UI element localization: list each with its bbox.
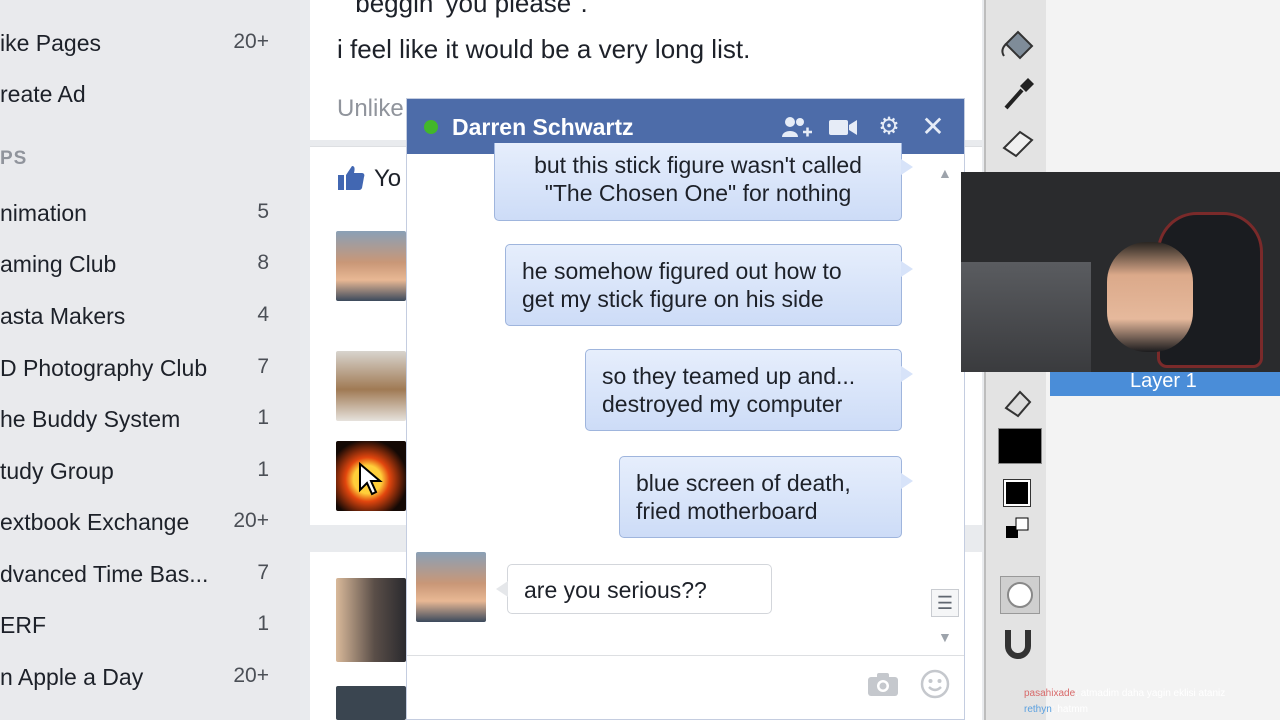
stream-chat-text: : hatmm <box>1051 704 1088 715</box>
paint-bucket-icon[interactable] <box>998 26 1038 66</box>
sidebar-item-count: 4 <box>257 303 269 326</box>
stream-chat-overlay: pasahixade: atmadim daha yagin eklisi at… <box>1024 686 1274 718</box>
webcam-overlay <box>961 172 1280 372</box>
camera-icon[interactable] <box>867 671 899 699</box>
webcam-background <box>961 262 1091 372</box>
object-drawing-icon[interactable] <box>1000 576 1040 614</box>
chat-message-outgoing: blue screen of death, fried motherboard <box>619 456 913 538</box>
avatar[interactable] <box>336 231 406 301</box>
post-text: "beggin' you please". <box>346 0 588 18</box>
sidebar-group-item[interactable]: n Apple a Day 20+ <box>0 656 285 696</box>
sidebar-group-item[interactable]: D Photography Club 7 <box>0 347 285 387</box>
video-call-icon[interactable] <box>827 113 857 141</box>
like-you-text: Yo <box>374 165 402 192</box>
chat-message-line: fried motherboard <box>636 498 818 524</box>
avatar[interactable] <box>336 351 406 421</box>
sidebar-item-create-ad[interactable]: reate Ad <box>0 73 285 113</box>
sidebar-item-count: 1 <box>257 458 269 481</box>
snap-magnet-icon[interactable] <box>998 624 1038 664</box>
chat-contact-name[interactable]: Darren Schwartz <box>452 114 634 141</box>
contact-avatar[interactable] <box>416 552 486 622</box>
sidebar-item-label: reate Ad <box>0 81 86 107</box>
sidebar-item-count: 7 <box>257 355 269 378</box>
sidebar-item-label: nimation <box>0 200 87 226</box>
unlike-link[interactable]: Unlike <box>337 95 404 123</box>
sidebar-group-item[interactable]: extbook Exchange 20+ <box>0 501 285 541</box>
avatar[interactable] <box>336 578 406 662</box>
post-text: i feel like it would be a very long list… <box>337 34 751 64</box>
sidebar-item-count: 20+ <box>233 509 269 532</box>
thumbs-up-icon[interactable] <box>336 163 366 193</box>
chat-message-outgoing: he somehow figured out how to get my sti… <box>505 244 913 326</box>
emoji-icon[interactable] <box>920 669 950 699</box>
chat-message-incoming: are you serious?? <box>496 564 772 614</box>
sidebar-item-label: ike Pages <box>0 30 102 56</box>
chat-message-line: but this stick figure wasn't called <box>534 152 862 178</box>
sidebar-item-label: asta Makers <box>0 303 126 329</box>
sidebar-item-label: extbook Exchange <box>0 509 190 535</box>
chat-message-line: he somehow figured out how to <box>522 258 842 284</box>
fill-color-swatch[interactable] <box>998 428 1042 464</box>
layer-name: Layer 1 <box>1130 370 1197 392</box>
sidebar-item-count: 1 <box>257 406 269 429</box>
sidebar-item-label: ERF <box>0 612 46 638</box>
sidebar-item-label: he Buddy System <box>0 406 181 432</box>
eyedropper-icon[interactable] <box>998 74 1038 114</box>
sidebar-item-count: 5 <box>257 200 269 223</box>
chat-message-line: "The Chosen One" for nothing <box>544 180 852 206</box>
sidebar-group-item[interactable]: ERF 1 <box>0 604 285 644</box>
left-sidebar: ike Pages 20+ reate Ad PS nimation 5 ami… <box>0 0 300 720</box>
eraser-icon[interactable] <box>998 122 1038 162</box>
sidebar-item-count: 8 <box>257 251 269 274</box>
sidebar-item-label: n Apple a Day <box>0 664 144 690</box>
chat-message-outgoing: but this stick figure wasn't called "The… <box>494 143 913 221</box>
sidebar-item-label: D Photography Club <box>0 355 208 381</box>
sidebar-group-item[interactable]: he Buddy System 1 <box>0 398 285 438</box>
sidebar-group-item[interactable]: aming Club 8 <box>0 243 285 283</box>
chat-message-line: so they teamed up and... <box>602 363 856 389</box>
stream-chat-message: rethyn: hatmm <box>1024 702 1274 718</box>
mouse-cursor-icon <box>358 461 384 496</box>
stream-chat-username: rethyn <box>1024 704 1052 715</box>
online-status-icon <box>424 120 438 134</box>
chat-window: Darren Schwartz ⚙ ✕ but this stick figur… <box>406 98 965 720</box>
sidebar-item-count: 20+ <box>233 30 269 53</box>
sidebar-item-count: 20+ <box>233 664 269 687</box>
stream-chat-text: : atmadim daha yagin eklisi ataniz <box>1075 688 1226 699</box>
close-icon[interactable]: ✕ <box>918 113 948 141</box>
sidebar-group-item[interactable]: nimation 5 <box>0 192 285 232</box>
chat-message-line: destroyed my computer <box>602 391 843 417</box>
default-colors-icon[interactable] <box>1004 480 1030 506</box>
sidebar-section-header: PS <box>0 148 28 169</box>
add-friend-icon[interactable] <box>781 113 812 141</box>
sidebar-item-like-pages[interactable]: ike Pages 20+ <box>0 22 285 62</box>
sidebar-item-count: 7 <box>257 561 269 584</box>
stream-chat-message: pasahixade: atmadim daha yagin eklisi at… <box>1024 686 1274 702</box>
chat-message-line: blue screen of death, <box>636 470 851 496</box>
chat-message-outgoing: so they teamed up and... destroyed my co… <box>585 349 913 431</box>
sidebar-group-item[interactable]: tudy Group 1 <box>0 450 285 490</box>
swap-colors-icon[interactable] <box>1004 516 1032 542</box>
scroll-down-icon[interactable]: ▼ <box>938 629 956 645</box>
stream-chat-username: pasahixade <box>1024 688 1076 699</box>
chat-message-line: get my stick figure on his side <box>522 286 824 312</box>
webcam-person <box>1107 242 1193 352</box>
sidebar-group-item[interactable]: asta Makers 4 <box>0 295 285 335</box>
menu-icon[interactable]: ☰ <box>931 589 959 617</box>
gear-icon[interactable]: ⚙ <box>874 113 904 141</box>
stroke-color-icon[interactable] <box>998 382 1038 422</box>
sidebar-item-label: dvanced Time Bas... <box>0 561 209 587</box>
avatar[interactable] <box>336 686 406 720</box>
sidebar-item-count: 1 <box>257 612 269 635</box>
sidebar-item-label: aming Club <box>0 251 117 277</box>
scroll-up-icon[interactable]: ▲ <box>938 165 956 181</box>
sidebar-item-label: tudy Group <box>0 458 114 484</box>
sidebar-group-item[interactable]: dvanced Time Bas... 7 <box>0 553 285 593</box>
